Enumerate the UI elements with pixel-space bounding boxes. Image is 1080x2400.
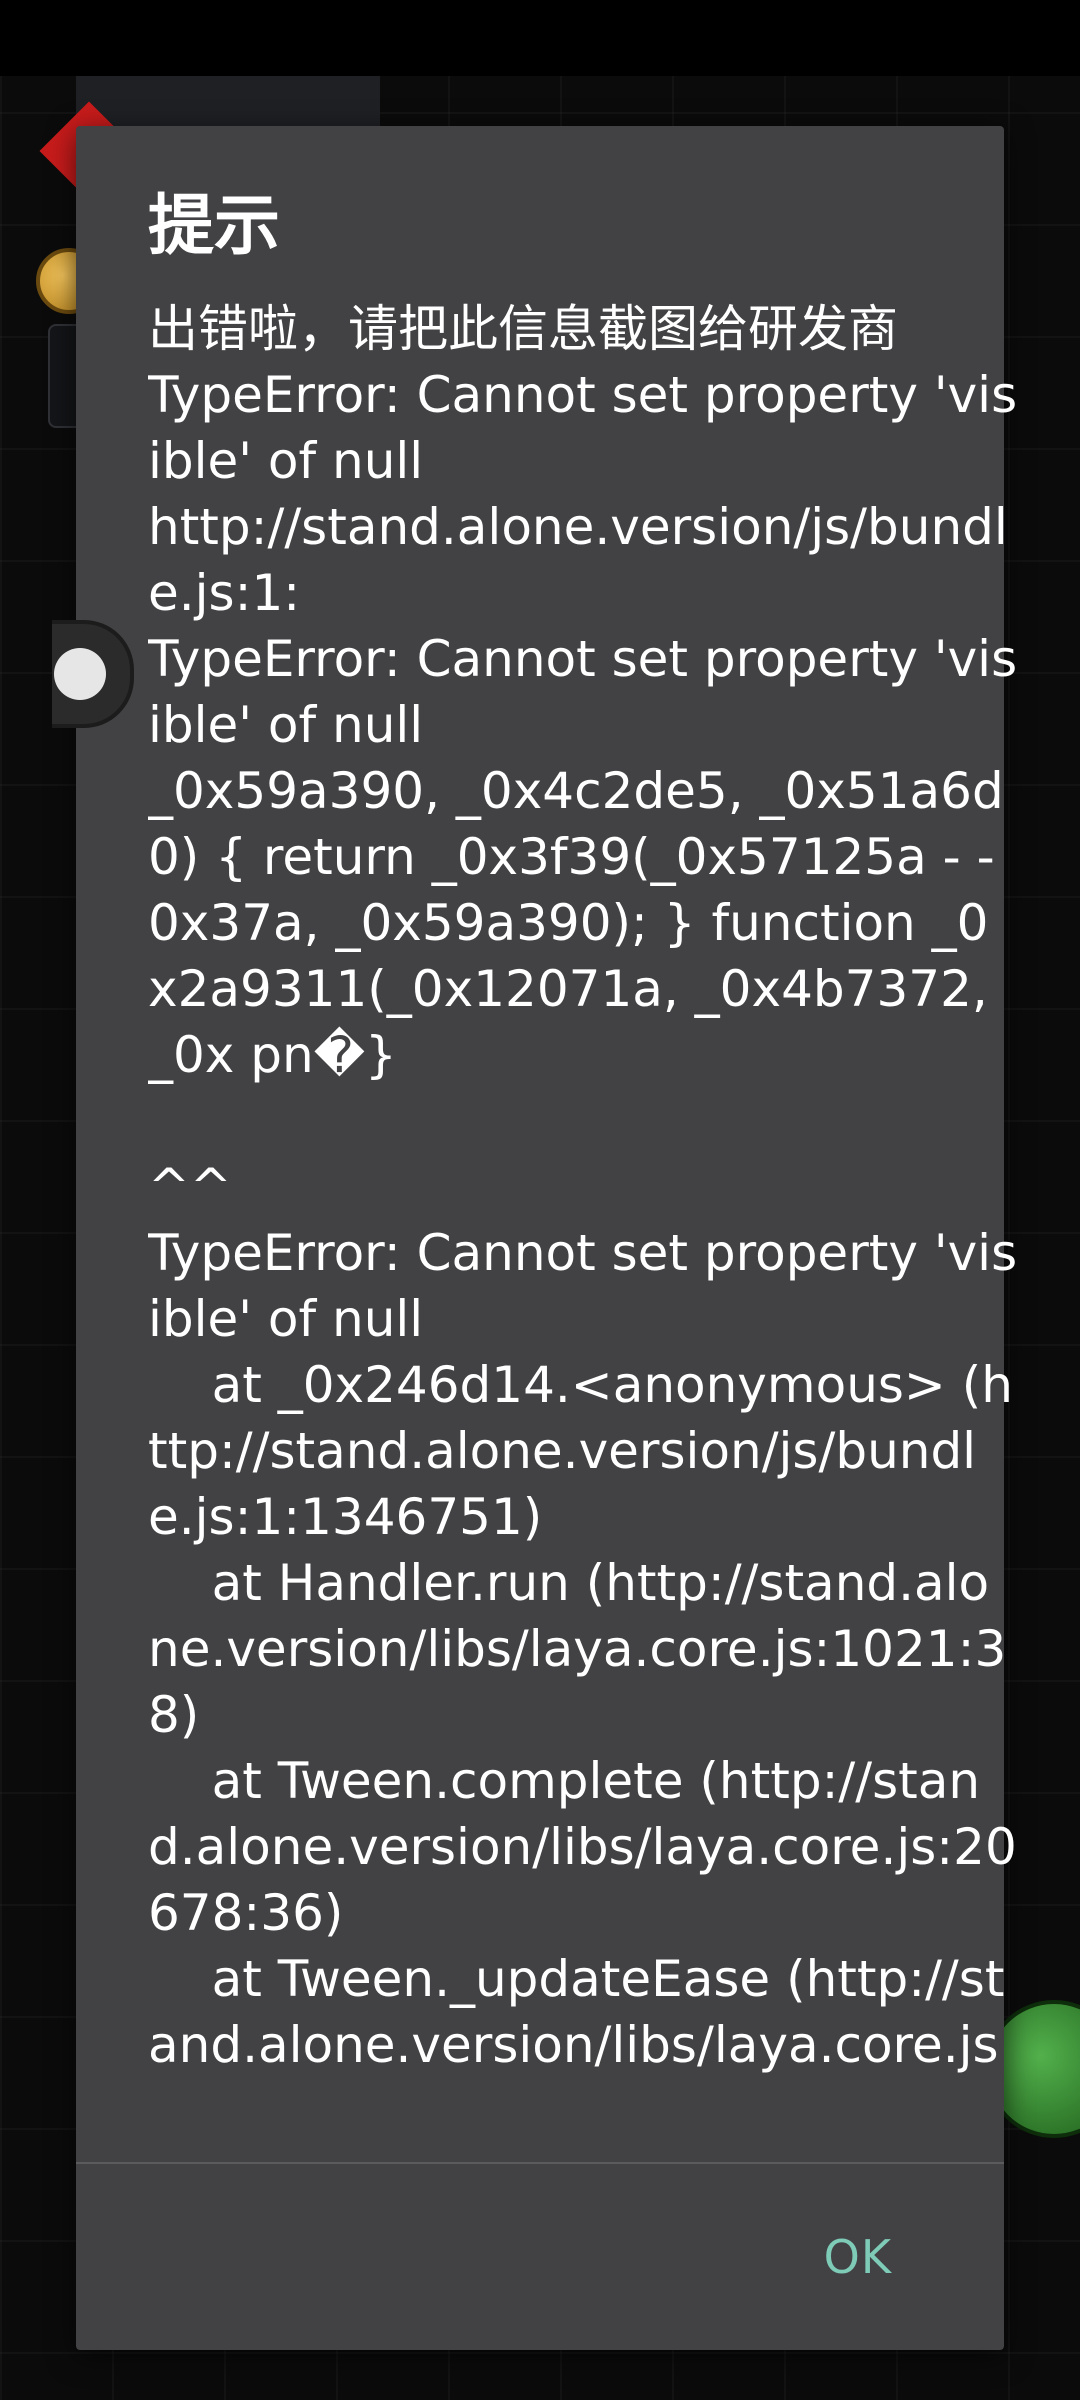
error-dialog: 提示 出错啦，请把此信息截图给研发商 TypeError: Cannot set…	[76, 126, 1017, 2350]
game-screen: 提示 出错啦，请把此信息截图给研发商 TypeError: Cannot set…	[0, 0, 1080, 2400]
dialog-divider	[76, 2162, 1004, 2164]
status-bar	[0, 0, 1080, 76]
error-message: 出错啦，请把此信息截图给研发商 TypeError: Cannot set pr…	[148, 300, 1018, 2074]
floating-ball-icon[interactable]	[54, 648, 106, 700]
dialog-title: 提示	[148, 187, 280, 264]
ok-button[interactable]: OK	[808, 2222, 908, 2292]
